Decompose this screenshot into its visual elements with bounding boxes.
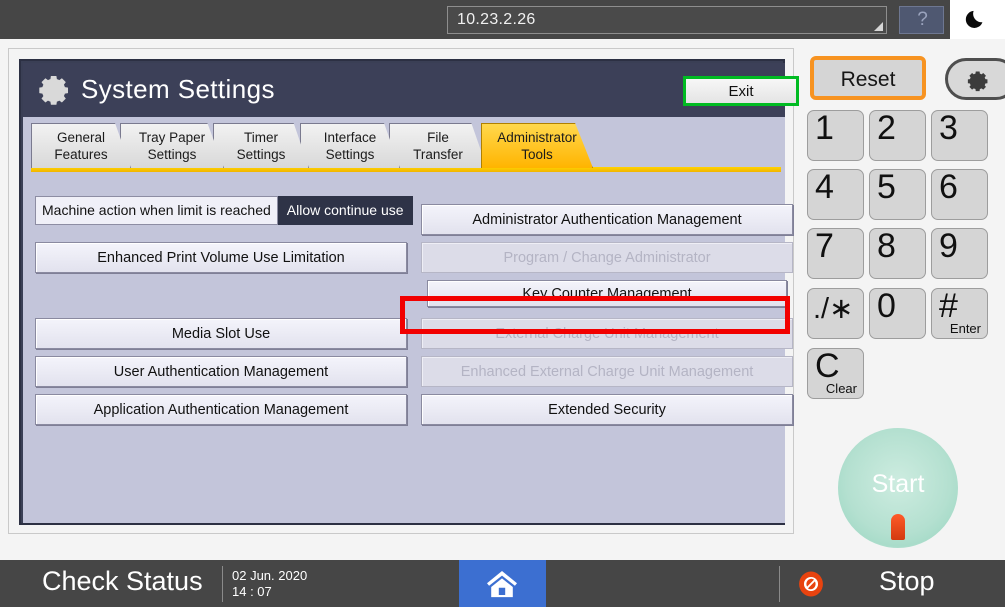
keypad-key-dot-asterisk[interactable]: ./∗ — [807, 288, 864, 339]
resize-handle-icon — [874, 22, 883, 31]
date-text: 02 Jun. 2020 — [232, 568, 307, 584]
tab-timer-settings[interactable]: Timer Settings — [213, 123, 309, 168]
divider — [779, 566, 780, 602]
start-button[interactable]: Start — [838, 428, 958, 548]
keypad-key-9[interactable]: 9 — [931, 228, 988, 279]
key-counter-management-highlight — [400, 296, 790, 334]
button-extended-security[interactable]: Extended Security — [421, 394, 793, 425]
button-enhanced-external-charge-unit-management: Enhanced External Charge Unit Management — [421, 356, 793, 387]
start-led-indicator — [891, 514, 905, 540]
divider — [222, 566, 223, 602]
moon-icon — [965, 8, 987, 30]
keypad-key-4[interactable]: 4 — [807, 169, 864, 220]
keypad-key-8[interactable]: 8 — [869, 228, 926, 279]
top-bar: 10.23.2.26 ? — [0, 0, 1005, 39]
settings-content: Machine action when limit is reached All… — [31, 174, 781, 518]
button-application-authentication-management[interactable]: Application Authentication Management — [35, 394, 407, 425]
button-user-authentication-management[interactable]: User Authentication Management — [35, 356, 407, 387]
tab-label-line2: Tools — [521, 147, 553, 162]
tab-label-line1: Administrator — [497, 130, 577, 145]
sleep-mode-button[interactable] — [950, 0, 1005, 39]
keypad-key-1[interactable]: 1 — [807, 110, 864, 161]
tab-interface-settings[interactable]: Interface Settings — [300, 123, 400, 168]
start-button-label: Start — [838, 470, 958, 499]
tab-file-transfer[interactable]: File Transfer — [389, 123, 487, 168]
datetime-display: 02 Jun. 2020 14 : 07 — [232, 568, 307, 600]
exit-button-label: Exit — [686, 83, 796, 100]
tab-bar: General Features Tray Paper Settings Timer… — [31, 123, 781, 172]
question-mark-icon: ? — [900, 9, 945, 31]
reset-button-label: Reset — [814, 68, 922, 92]
tab-label-line1: File — [427, 130, 449, 145]
tab-label-line2: Settings — [148, 147, 197, 162]
panel-title-bar: System Settings Exit — [23, 63, 785, 117]
tab-label-line1: Timer — [244, 130, 278, 145]
machine-action-row: Machine action when limit is reached All… — [35, 196, 413, 225]
touchscreen-bezel: System Settings Exit General Features Tra… — [8, 48, 794, 534]
button-media-slot-use[interactable]: Media Slot Use — [35, 318, 407, 349]
tab-label-line2: Features — [54, 147, 107, 162]
address-field[interactable]: 10.23.2.26 — [447, 6, 887, 34]
tab-label-line1: Interface — [324, 130, 377, 145]
home-button[interactable] — [459, 560, 546, 607]
user-tools-button[interactable] — [945, 58, 1005, 100]
machine-action-value: Allow continue use — [278, 196, 413, 225]
page-title: System Settings — [81, 74, 275, 105]
tab-general-features[interactable]: General Features — [31, 123, 131, 168]
printer-operation-panel: 10.23.2.26 ? System Settings Exit — [0, 0, 1005, 607]
exit-button[interactable]: Exit — [683, 76, 799, 106]
address-value: 10.23.2.26 — [457, 11, 536, 29]
gear-icon — [966, 69, 990, 93]
tab-tray-paper-settings[interactable]: Tray Paper Settings — [120, 123, 224, 168]
help-button[interactable]: ? — [899, 6, 944, 34]
stop-icon[interactable] — [798, 571, 824, 597]
keypad-key-5[interactable]: 5 — [869, 169, 926, 220]
machine-action-label: Machine action when limit is reached — [35, 196, 278, 225]
keypad-key-hash-enter[interactable]: # Enter — [931, 288, 988, 339]
keypad-key-clear[interactable]: C Clear — [807, 348, 864, 399]
tab-label-line1: General — [57, 130, 105, 145]
button-enhanced-print-volume-use-limitation[interactable]: Enhanced Print Volume Use Limitation — [35, 242, 407, 273]
keypad-key-0[interactable]: 0 — [869, 288, 926, 339]
touchscreen: System Settings Exit General Features Tra… — [19, 59, 785, 525]
reset-button[interactable]: Reset — [810, 56, 926, 100]
button-administrator-authentication-management[interactable]: Administrator Authentication Management — [421, 204, 793, 235]
button-program-change-administrator: Program / Change Administrator — [421, 242, 793, 273]
check-status-button[interactable]: Check Status — [42, 566, 203, 597]
stop-button-label[interactable]: Stop — [879, 566, 935, 597]
keypad-key-3[interactable]: 3 — [931, 110, 988, 161]
keypad-key-2[interactable]: 2 — [869, 110, 926, 161]
tab-administrator-tools[interactable]: Administrator Tools — [481, 123, 593, 168]
keypad-key-7[interactable]: 7 — [807, 228, 864, 279]
tab-label-line2: Transfer — [413, 147, 463, 162]
tab-label-line1: Tray Paper — [139, 130, 205, 145]
tab-label-line2: Settings — [237, 147, 286, 162]
gear-icon — [39, 74, 71, 106]
time-text: 14 : 07 — [232, 584, 307, 600]
home-icon — [485, 570, 519, 598]
keypad-key-6[interactable]: 6 — [931, 169, 988, 220]
tab-label-line2: Settings — [326, 147, 375, 162]
